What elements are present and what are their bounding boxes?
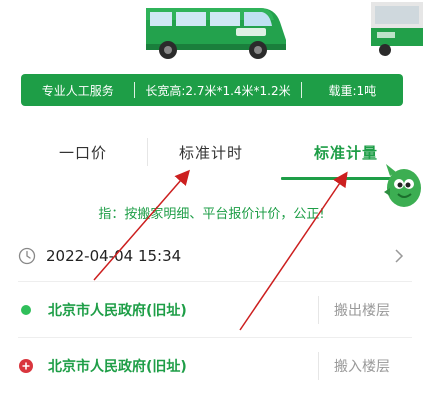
tab-standard-metered[interactable]: 标准计量 <box>314 142 378 163</box>
moving-time-value: 2022-04-04 15:34 <box>46 247 182 265</box>
row-divider <box>18 281 412 282</box>
vehicle-spec-bar: 专业人工服务 长宽高:2.7米*1.4米*1.2米 载重:1吨 <box>21 74 403 106</box>
truck-image <box>371 2 423 56</box>
pricing-hint: 指：按搬家明细、平台报价计价，公正! <box>98 207 325 222</box>
origin-floor-input[interactable]: 搬出楼层 <box>334 300 390 320</box>
van-image <box>146 8 286 59</box>
moving-time-row[interactable]: 2022-04-04 15:34 <box>18 241 412 271</box>
destination-floor-input[interactable]: 搬入楼层 <box>334 356 390 376</box>
spec-dimensions: 长宽高:2.7米*1.4米*1.2米 <box>145 83 291 98</box>
tab-divider <box>147 138 148 166</box>
spec-load: 载重:1吨 <box>328 83 377 98</box>
active-tab-indicator <box>281 177 396 180</box>
spec-service: 专业人工服务 <box>41 83 114 98</box>
destination-plus-icon <box>19 359 33 373</box>
row-vertical-separator <box>318 352 319 380</box>
vehicle-banner: 专业人工服务 长宽高:2.7米*1.4米*1.2米 载重:1吨 <box>0 0 423 120</box>
destination-address-row[interactable]: 北京市人民政府(旧址) 搬入楼层 <box>18 344 412 388</box>
row-divider <box>18 337 412 338</box>
tab-standard-hourly[interactable]: 标准计时 <box>179 142 243 163</box>
origin-address: 北京市人民政府(旧址) <box>48 303 187 319</box>
origin-dot-icon <box>21 305 31 315</box>
row-vertical-separator <box>318 296 319 324</box>
destination-address: 北京市人民政府(旧址) <box>48 359 187 375</box>
order-card: 一口价 标准计时 标准计量 指：按搬家明细、平台报价计价，公正! 2022-04… <box>4 120 421 395</box>
pricing-tabs: 一口价 标准计时 标准计量 <box>4 120 419 180</box>
origin-address-row[interactable]: 北京市人民政府(旧址) 搬出楼层 <box>18 288 412 332</box>
tab-fixed-price[interactable]: 一口价 <box>59 142 107 163</box>
clock-icon <box>18 247 36 265</box>
chevron-right-icon <box>395 249 404 263</box>
